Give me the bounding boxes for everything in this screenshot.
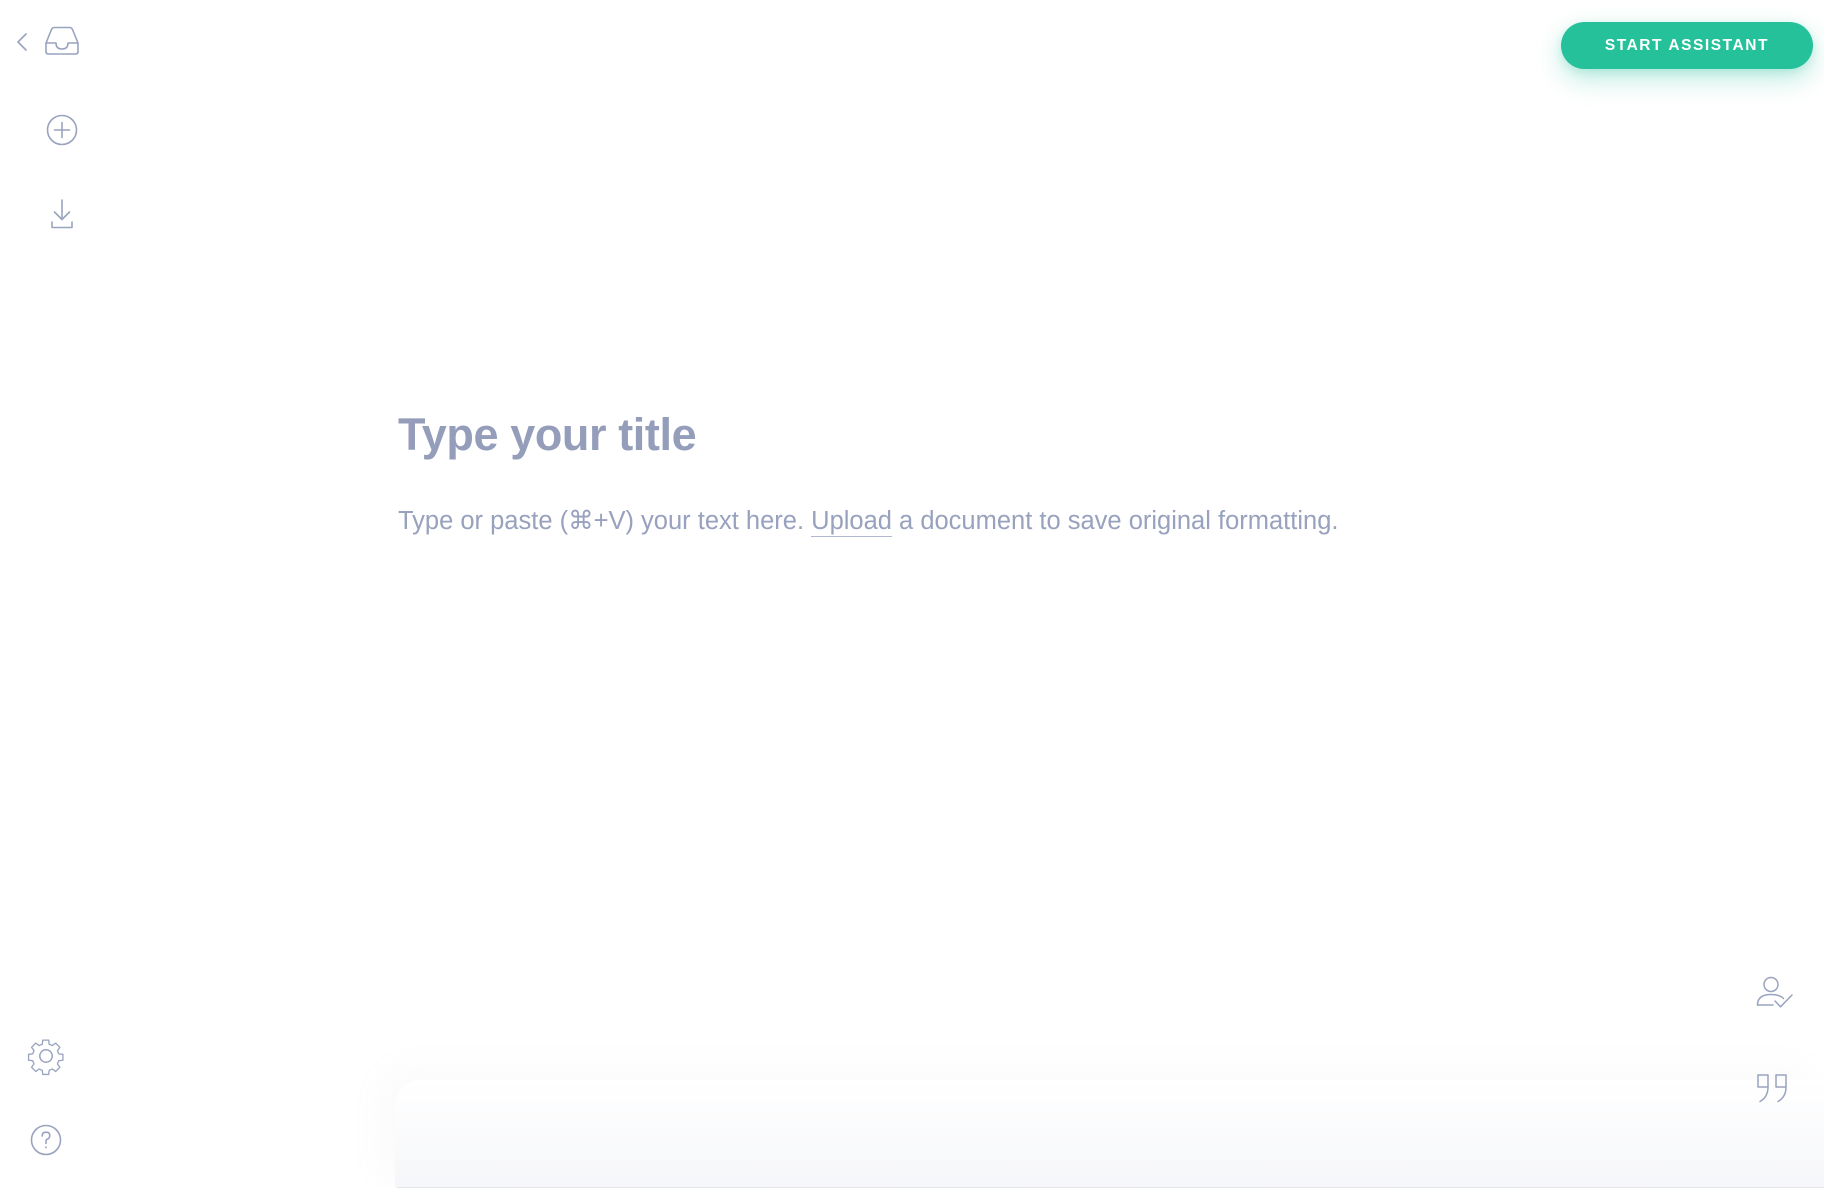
body-text-after: a document to save original formatting. bbox=[891, 506, 1339, 535]
inbox-icon bbox=[45, 26, 79, 55]
document-body-input[interactable]: Type or paste (⌘+V) your text here. Uplo… bbox=[398, 497, 1423, 545]
person-check-icon bbox=[1756, 976, 1793, 1008]
chevron-left-icon bbox=[17, 33, 27, 51]
reviewer-button[interactable] bbox=[1750, 970, 1798, 1018]
body-text-before: Type or paste (⌘+V) your text here. bbox=[398, 506, 812, 535]
sidebar-item-help[interactable] bbox=[22, 1116, 70, 1164]
gear-icon bbox=[27, 1039, 64, 1076]
document-title-input[interactable]: Type your title bbox=[398, 410, 1458, 460]
app-root: Type your title Type or paste (⌘+V) your… bbox=[0, 0, 1824, 1188]
document-content: Type your title Type or paste (⌘+V) your… bbox=[398, 410, 1458, 545]
sidebar-item-new-document[interactable] bbox=[38, 106, 86, 154]
sidebar-item-import[interactable] bbox=[38, 190, 86, 238]
upload-link[interactable]: Upload bbox=[811, 506, 892, 537]
plus-circle-icon bbox=[46, 114, 78, 146]
right-sidebar bbox=[1704, 928, 1824, 1188]
start-assistant-button[interactable]: START ASSISTANT bbox=[1560, 22, 1813, 69]
left-sidebar bbox=[0, 0, 130, 1188]
sidebar-item-inbox[interactable] bbox=[38, 22, 86, 62]
download-icon bbox=[51, 199, 73, 229]
quotation-mark-icon bbox=[1757, 1074, 1787, 1103]
back-button[interactable] bbox=[10, 28, 34, 56]
sidebar-item-settings[interactable] bbox=[22, 1032, 70, 1080]
question-circle-icon bbox=[30, 1124, 62, 1156]
document-canvas[interactable]: Type your title Type or paste (⌘+V) your… bbox=[130, 0, 1824, 1188]
quotes-button[interactable] bbox=[1752, 1066, 1796, 1110]
